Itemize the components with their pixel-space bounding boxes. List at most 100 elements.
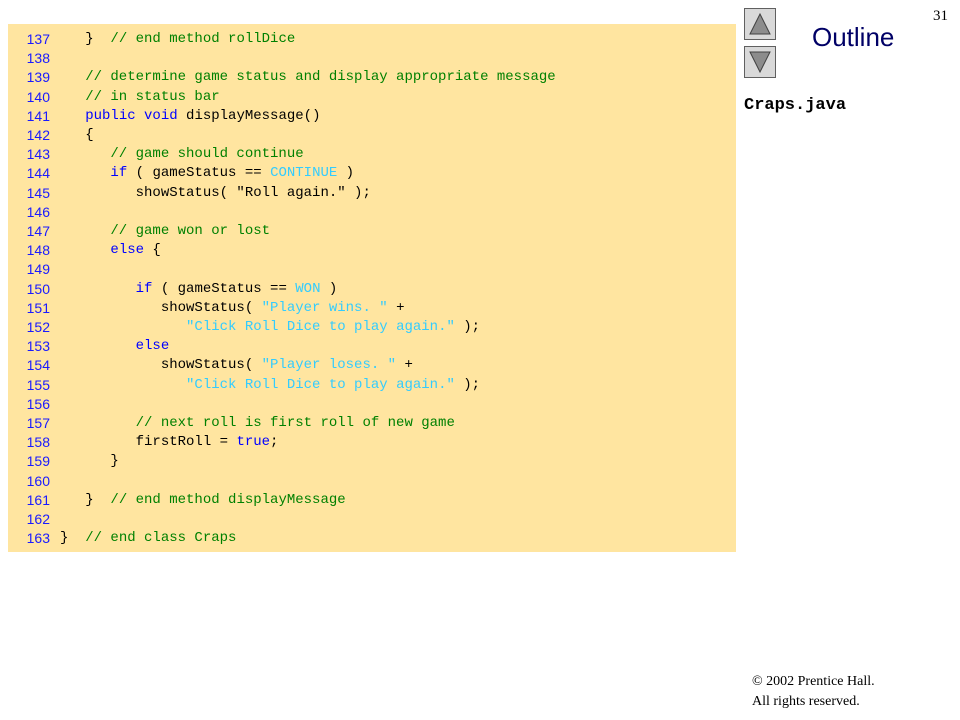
code-text: { bbox=[60, 126, 94, 145]
code-text: if ( gameStatus == WON ) bbox=[60, 280, 338, 299]
slide-number: 31 bbox=[933, 8, 948, 24]
up-triangle-icon bbox=[749, 12, 771, 35]
code-token-comment: // end method rollDice bbox=[110, 31, 296, 47]
line-number: 157 bbox=[26, 415, 50, 431]
code-text: "Click Roll Dice to play again." ); bbox=[60, 318, 480, 337]
code-line: 145 showStatus( "Roll again." ); bbox=[8, 184, 736, 203]
code-line: 147 // game won or lost bbox=[8, 222, 736, 241]
code-line: 158 firstRoll = true; bbox=[8, 433, 736, 452]
line-number: 146 bbox=[26, 203, 50, 220]
code-line: 161 } // end method displayMessage bbox=[8, 491, 736, 510]
down-triangle-icon bbox=[749, 51, 771, 74]
code-line: 163} // end class Craps bbox=[8, 529, 736, 548]
code-token-string: "Click Roll Dice to play again." bbox=[186, 319, 455, 335]
code-text: } // end class Craps bbox=[60, 529, 236, 548]
code-token-plain: ) bbox=[320, 280, 338, 297]
line-number: 145 bbox=[26, 184, 50, 201]
code-token-comment: // end method displayMessage bbox=[110, 491, 346, 508]
line-number: 155 bbox=[26, 376, 50, 393]
line-number: 160 bbox=[26, 472, 50, 489]
code-token-keyword: else bbox=[110, 242, 145, 259]
code-text: "Click Roll Dice to play again." ); bbox=[60, 376, 480, 395]
line-number: 139 bbox=[26, 69, 50, 86]
line-number: 162 bbox=[26, 511, 50, 527]
code-token-comment: // game won or lost bbox=[60, 223, 271, 239]
code-token-string: "Click Roll Dice to play again." bbox=[186, 376, 455, 393]
code-line: 144 if ( gameStatus == CONTINUE ) bbox=[8, 164, 736, 183]
next-slide-button[interactable] bbox=[744, 46, 776, 78]
outline-title[interactable]: Outline bbox=[812, 22, 894, 53]
code-text: else { bbox=[60, 241, 161, 260]
code-line: 153 else bbox=[8, 337, 736, 356]
code-token-string: "Player loses. " bbox=[261, 357, 397, 374]
line-number: 149 bbox=[26, 261, 50, 278]
code-token-comment: // game should continue bbox=[60, 146, 304, 163]
code-text: } bbox=[60, 452, 119, 471]
line-number: 153 bbox=[26, 338, 50, 355]
code-token-plain: ) bbox=[337, 165, 355, 182]
code-line: 154 showStatus( "Player loses. " + bbox=[8, 356, 736, 375]
code-text: } // end method displayMessage bbox=[60, 491, 346, 510]
code-token-plain: + bbox=[396, 357, 413, 374]
code-token-keyword: public void bbox=[85, 107, 187, 124]
code-token-constant: WON bbox=[295, 280, 321, 297]
code-line: 146 bbox=[8, 203, 736, 222]
line-number: 154 bbox=[26, 357, 50, 374]
code-text: // in status bar bbox=[60, 88, 220, 107]
code-token-plain: showStatus( bbox=[60, 357, 262, 374]
code-text: // game should continue bbox=[60, 145, 304, 164]
code-text: // determine game status and display app… bbox=[60, 68, 556, 87]
code-token-plain: ); bbox=[454, 319, 481, 335]
code-text: else bbox=[60, 337, 170, 356]
code-token-plain: { bbox=[60, 127, 94, 143]
code-token-keyword: if bbox=[110, 165, 128, 182]
line-number: 148 bbox=[26, 242, 50, 259]
copyright-line-2: All rights reserved. bbox=[752, 694, 860, 709]
code-line: 140 // in status bar bbox=[8, 88, 736, 107]
code-line: 150 if ( gameStatus == WON ) bbox=[8, 280, 736, 299]
line-number: 150 bbox=[26, 280, 50, 297]
previous-slide-button[interactable] bbox=[744, 8, 776, 40]
code-line: 149 bbox=[8, 260, 736, 279]
line-number: 156 bbox=[26, 395, 50, 412]
code-line: 139 // determine game status and display… bbox=[8, 68, 736, 87]
code-token-plain: showStatus( "Roll again." ); bbox=[60, 184, 371, 201]
code-token-plain: + bbox=[387, 299, 405, 316]
line-number: 141 bbox=[26, 107, 50, 124]
code-token-plain: displayMessage() bbox=[186, 107, 321, 124]
copyright-line-1: © 2002 Prentice Hall. bbox=[752, 674, 875, 689]
code-line: 159 } bbox=[8, 452, 736, 471]
code-text: public void displayMessage() bbox=[60, 107, 320, 126]
line-number: 140 bbox=[26, 88, 50, 105]
code-token-comment: // next roll is first roll of new game bbox=[60, 415, 455, 431]
line-number: 161 bbox=[26, 491, 50, 508]
line-number: 159 bbox=[26, 453, 50, 470]
code-token-comment: // determine game status and display app… bbox=[60, 69, 556, 86]
code-line: 156 bbox=[8, 395, 736, 414]
line-number: 138 bbox=[26, 50, 50, 67]
code-token-plain: showStatus( bbox=[60, 299, 262, 316]
code-text: showStatus( "Roll again." ); bbox=[60, 184, 371, 203]
code-line: 152 "Click Roll Dice to play again." ); bbox=[8, 318, 736, 337]
code-token-keyword: true bbox=[236, 434, 271, 451]
code-token-keyword: else bbox=[135, 338, 170, 355]
line-number: 147 bbox=[26, 223, 50, 239]
code-text: // game won or lost bbox=[60, 222, 270, 241]
code-token-plain: } bbox=[60, 491, 111, 508]
code-token-plain: { bbox=[144, 242, 161, 259]
code-token-constant: CONTINUE bbox=[270, 165, 338, 182]
code-line: 137 } // end method rollDice bbox=[8, 30, 736, 49]
code-token-plain: ( gameStatus == bbox=[152, 280, 296, 297]
line-number: 144 bbox=[26, 165, 50, 182]
code-token-comment: // in status bar bbox=[60, 88, 220, 105]
code-line: 138 bbox=[8, 49, 736, 68]
code-listing-panel: 137 } // end method rollDice 138 139 // de… bbox=[8, 24, 736, 552]
code-text: showStatus( "Player wins. " + bbox=[60, 299, 405, 318]
code-token-plain: } bbox=[60, 453, 119, 470]
